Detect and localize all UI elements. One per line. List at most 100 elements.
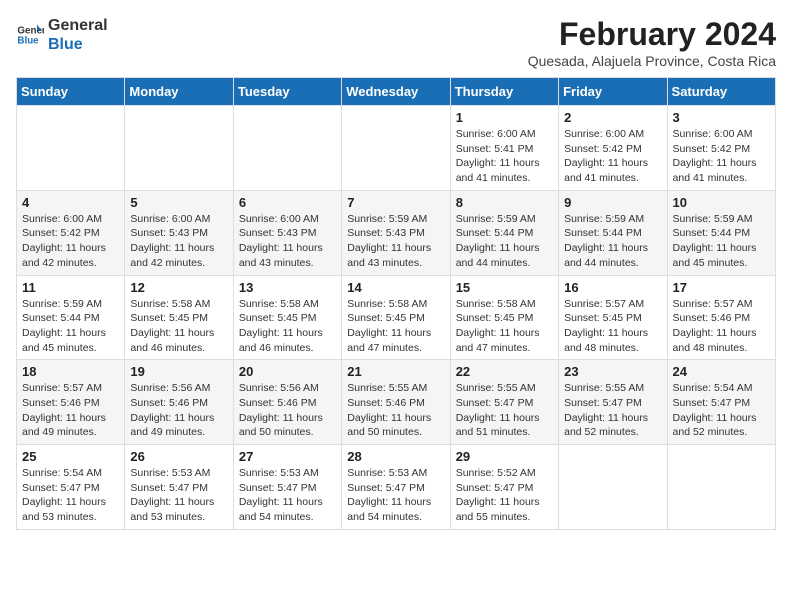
day-number: 2 [564,110,661,125]
week-row-3: 11 Sunrise: 5:59 AMSunset: 5:44 PMDayligh… [17,275,776,360]
cell-week4-day4: 21 Sunrise: 5:55 AMSunset: 5:46 PMDayligh… [342,360,450,445]
day-number: 4 [22,195,119,210]
logo-icon: General Blue [16,21,44,49]
cell-week4-day2: 19 Sunrise: 5:56 AMSunset: 5:46 PMDayligh… [125,360,233,445]
day-number: 23 [564,364,661,379]
cell-info: Sunrise: 6:00 AMSunset: 5:42 PMDaylight:… [22,212,119,271]
cell-info: Sunrise: 5:58 AMSunset: 5:45 PMDaylight:… [456,297,553,356]
cell-info: Sunrise: 5:55 AMSunset: 5:47 PMDaylight:… [564,381,661,440]
week-row-1: 1Sunrise: 6:00 AMSunset: 5:41 PMDaylight… [17,106,776,191]
cell-info: Sunrise: 5:58 AMSunset: 5:45 PMDaylight:… [347,297,444,356]
cell-info: Sunrise: 5:59 AMSunset: 5:44 PMDaylight:… [456,212,553,271]
cell-week5-day2: 26 Sunrise: 5:53 AMSunset: 5:47 PMDayligh… [125,445,233,530]
cell-week3-day7: 17Sunrise: 5:57 AMSunset: 5:46 PMDayligh… [667,275,775,360]
header: General Blue General Blue February 2024 … [16,16,776,69]
header-row: SundayMondayTuesdayWednesdayThursdayFrid… [17,78,776,106]
day-number: 7 [347,195,444,210]
day-number: 3 [673,110,770,125]
cell-info: Sunrise: 5:58 AMSunset: 5:45 PMDaylight:… [239,297,336,356]
day-number: 24 [673,364,770,379]
cell-info: Sunrise: 5:54 AMSunset: 5:47 PMDaylight:… [22,466,119,525]
cell-info: Sunrise: 5:59 AMSunset: 5:43 PMDaylight:… [347,212,444,271]
day-number: 14 [347,280,444,295]
day-number: 5 [130,195,227,210]
day-number: 26 [130,449,227,464]
cell-info: Sunrise: 6:00 AMSunset: 5:43 PMDaylight:… [130,212,227,271]
cell-info: Sunrise: 5:53 AMSunset: 5:47 PMDaylight:… [239,466,336,525]
cell-week2-day5: 8 Sunrise: 5:59 AMSunset: 5:44 PMDaylight… [450,190,558,275]
cell-week5-day5: 29Sunrise: 5:52 AMSunset: 5:47 PMDayligh… [450,445,558,530]
cell-week4-day5: 22 Sunrise: 5:55 AMSunset: 5:47 PMDayligh… [450,360,558,445]
cell-info: Sunrise: 6:00 AMSunset: 5:42 PMDaylight:… [564,127,661,186]
cell-info: Sunrise: 5:57 AMSunset: 5:46 PMDaylight:… [22,381,119,440]
title-area: February 2024 Quesada, Alajuela Province… [528,16,776,69]
cell-info: Sunrise: 5:56 AMSunset: 5:46 PMDaylight:… [130,381,227,440]
cell-info: Sunrise: 5:55 AMSunset: 5:46 PMDaylight:… [347,381,444,440]
cell-week3-day1: 11 Sunrise: 5:59 AMSunset: 5:44 PMDayligh… [17,275,125,360]
week-row-4: 18 Sunrise: 5:57 AMSunset: 5:46 PMDayligh… [17,360,776,445]
cell-week2-day2: 5 Sunrise: 6:00 AMSunset: 5:43 PMDaylight… [125,190,233,275]
week-row-2: 4 Sunrise: 6:00 AMSunset: 5:42 PMDaylight… [17,190,776,275]
day-number: 6 [239,195,336,210]
cell-week1-day4 [342,106,450,191]
header-wednesday: Wednesday [342,78,450,106]
week-row-5: 25 Sunrise: 5:54 AMSunset: 5:47 PMDayligh… [17,445,776,530]
cell-week2-day1: 4 Sunrise: 6:00 AMSunset: 5:42 PMDaylight… [17,190,125,275]
cell-info: Sunrise: 5:54 AMSunset: 5:47 PMDaylight:… [673,381,770,440]
header-thursday: Thursday [450,78,558,106]
cell-info: Sunrise: 5:53 AMSunset: 5:47 PMDaylight:… [347,466,444,525]
cell-info: Sunrise: 5:59 AMSunset: 5:44 PMDaylight:… [673,212,770,271]
logo-general: General [48,16,108,35]
logo-blue: Blue [48,35,108,54]
cell-week1-day6: 2 Sunrise: 6:00 AMSunset: 5:42 PMDaylight… [559,106,667,191]
day-number: 13 [239,280,336,295]
day-number: 29 [456,449,553,464]
cell-info: Sunrise: 5:56 AMSunset: 5:46 PMDaylight:… [239,381,336,440]
cell-week4-day1: 18 Sunrise: 5:57 AMSunset: 5:46 PMDayligh… [17,360,125,445]
day-number: 19 [130,364,227,379]
day-number: 15 [456,280,553,295]
cell-info: Sunrise: 6:00 AMSunset: 5:42 PMDaylight:… [673,127,770,186]
cell-info: Sunrise: 5:57 AMSunset: 5:46 PMDaylight:… [673,297,770,356]
cell-week1-day5: 1Sunrise: 6:00 AMSunset: 5:41 PMDaylight… [450,106,558,191]
header-tuesday: Tuesday [233,78,341,106]
cell-info: Sunrise: 5:53 AMSunset: 5:47 PMDaylight:… [130,466,227,525]
cell-info: Sunrise: 5:58 AMSunset: 5:45 PMDaylight:… [130,297,227,356]
cell-week5-day7 [667,445,775,530]
svg-text:Blue: Blue [17,36,39,47]
day-number: 11 [22,280,119,295]
day-number: 22 [456,364,553,379]
cell-week1-day7: 3 Sunrise: 6:00 AMSunset: 5:42 PMDaylight… [667,106,775,191]
cell-info: Sunrise: 6:00 AMSunset: 5:43 PMDaylight:… [239,212,336,271]
calendar-subtitle: Quesada, Alajuela Province, Costa Rica [528,53,776,69]
day-number: 8 [456,195,553,210]
cell-week3-day6: 16 Sunrise: 5:57 AMSunset: 5:45 PMDayligh… [559,275,667,360]
cell-week1-day1 [17,106,125,191]
cell-week3-day5: 15 Sunrise: 5:58 AMSunset: 5:45 PMDayligh… [450,275,558,360]
cell-week4-day3: 20Sunrise: 5:56 AMSunset: 5:46 PMDayligh… [233,360,341,445]
cell-info: Sunrise: 5:57 AMSunset: 5:45 PMDaylight:… [564,297,661,356]
cell-week2-day4: 7 Sunrise: 5:59 AMSunset: 5:43 PMDaylight… [342,190,450,275]
day-number: 25 [22,449,119,464]
day-number: 10 [673,195,770,210]
cell-week1-day3 [233,106,341,191]
cell-week2-day6: 9 Sunrise: 5:59 AMSunset: 5:44 PMDaylight… [559,190,667,275]
cell-week5-day6 [559,445,667,530]
day-number: 21 [347,364,444,379]
day-number: 12 [130,280,227,295]
day-number: 9 [564,195,661,210]
day-number: 28 [347,449,444,464]
day-number: 16 [564,280,661,295]
cell-week2-day3: 6 Sunrise: 6:00 AMSunset: 5:43 PMDaylight… [233,190,341,275]
logo: General Blue General Blue [16,16,108,54]
cell-week2-day7: 10 Sunrise: 5:59 AMSunset: 5:44 PMDayligh… [667,190,775,275]
day-number: 18 [22,364,119,379]
header-saturday: Saturday [667,78,775,106]
calendar-table: SundayMondayTuesdayWednesdayThursdayFrid… [16,77,776,530]
cell-info: Sunrise: 5:59 AMSunset: 5:44 PMDaylight:… [22,297,119,356]
calendar-title: February 2024 [528,16,776,53]
cell-info: Sunrise: 5:59 AMSunset: 5:44 PMDaylight:… [564,212,661,271]
header-friday: Friday [559,78,667,106]
cell-info: Sunrise: 5:55 AMSunset: 5:47 PMDaylight:… [456,381,553,440]
day-number: 1 [456,110,553,125]
